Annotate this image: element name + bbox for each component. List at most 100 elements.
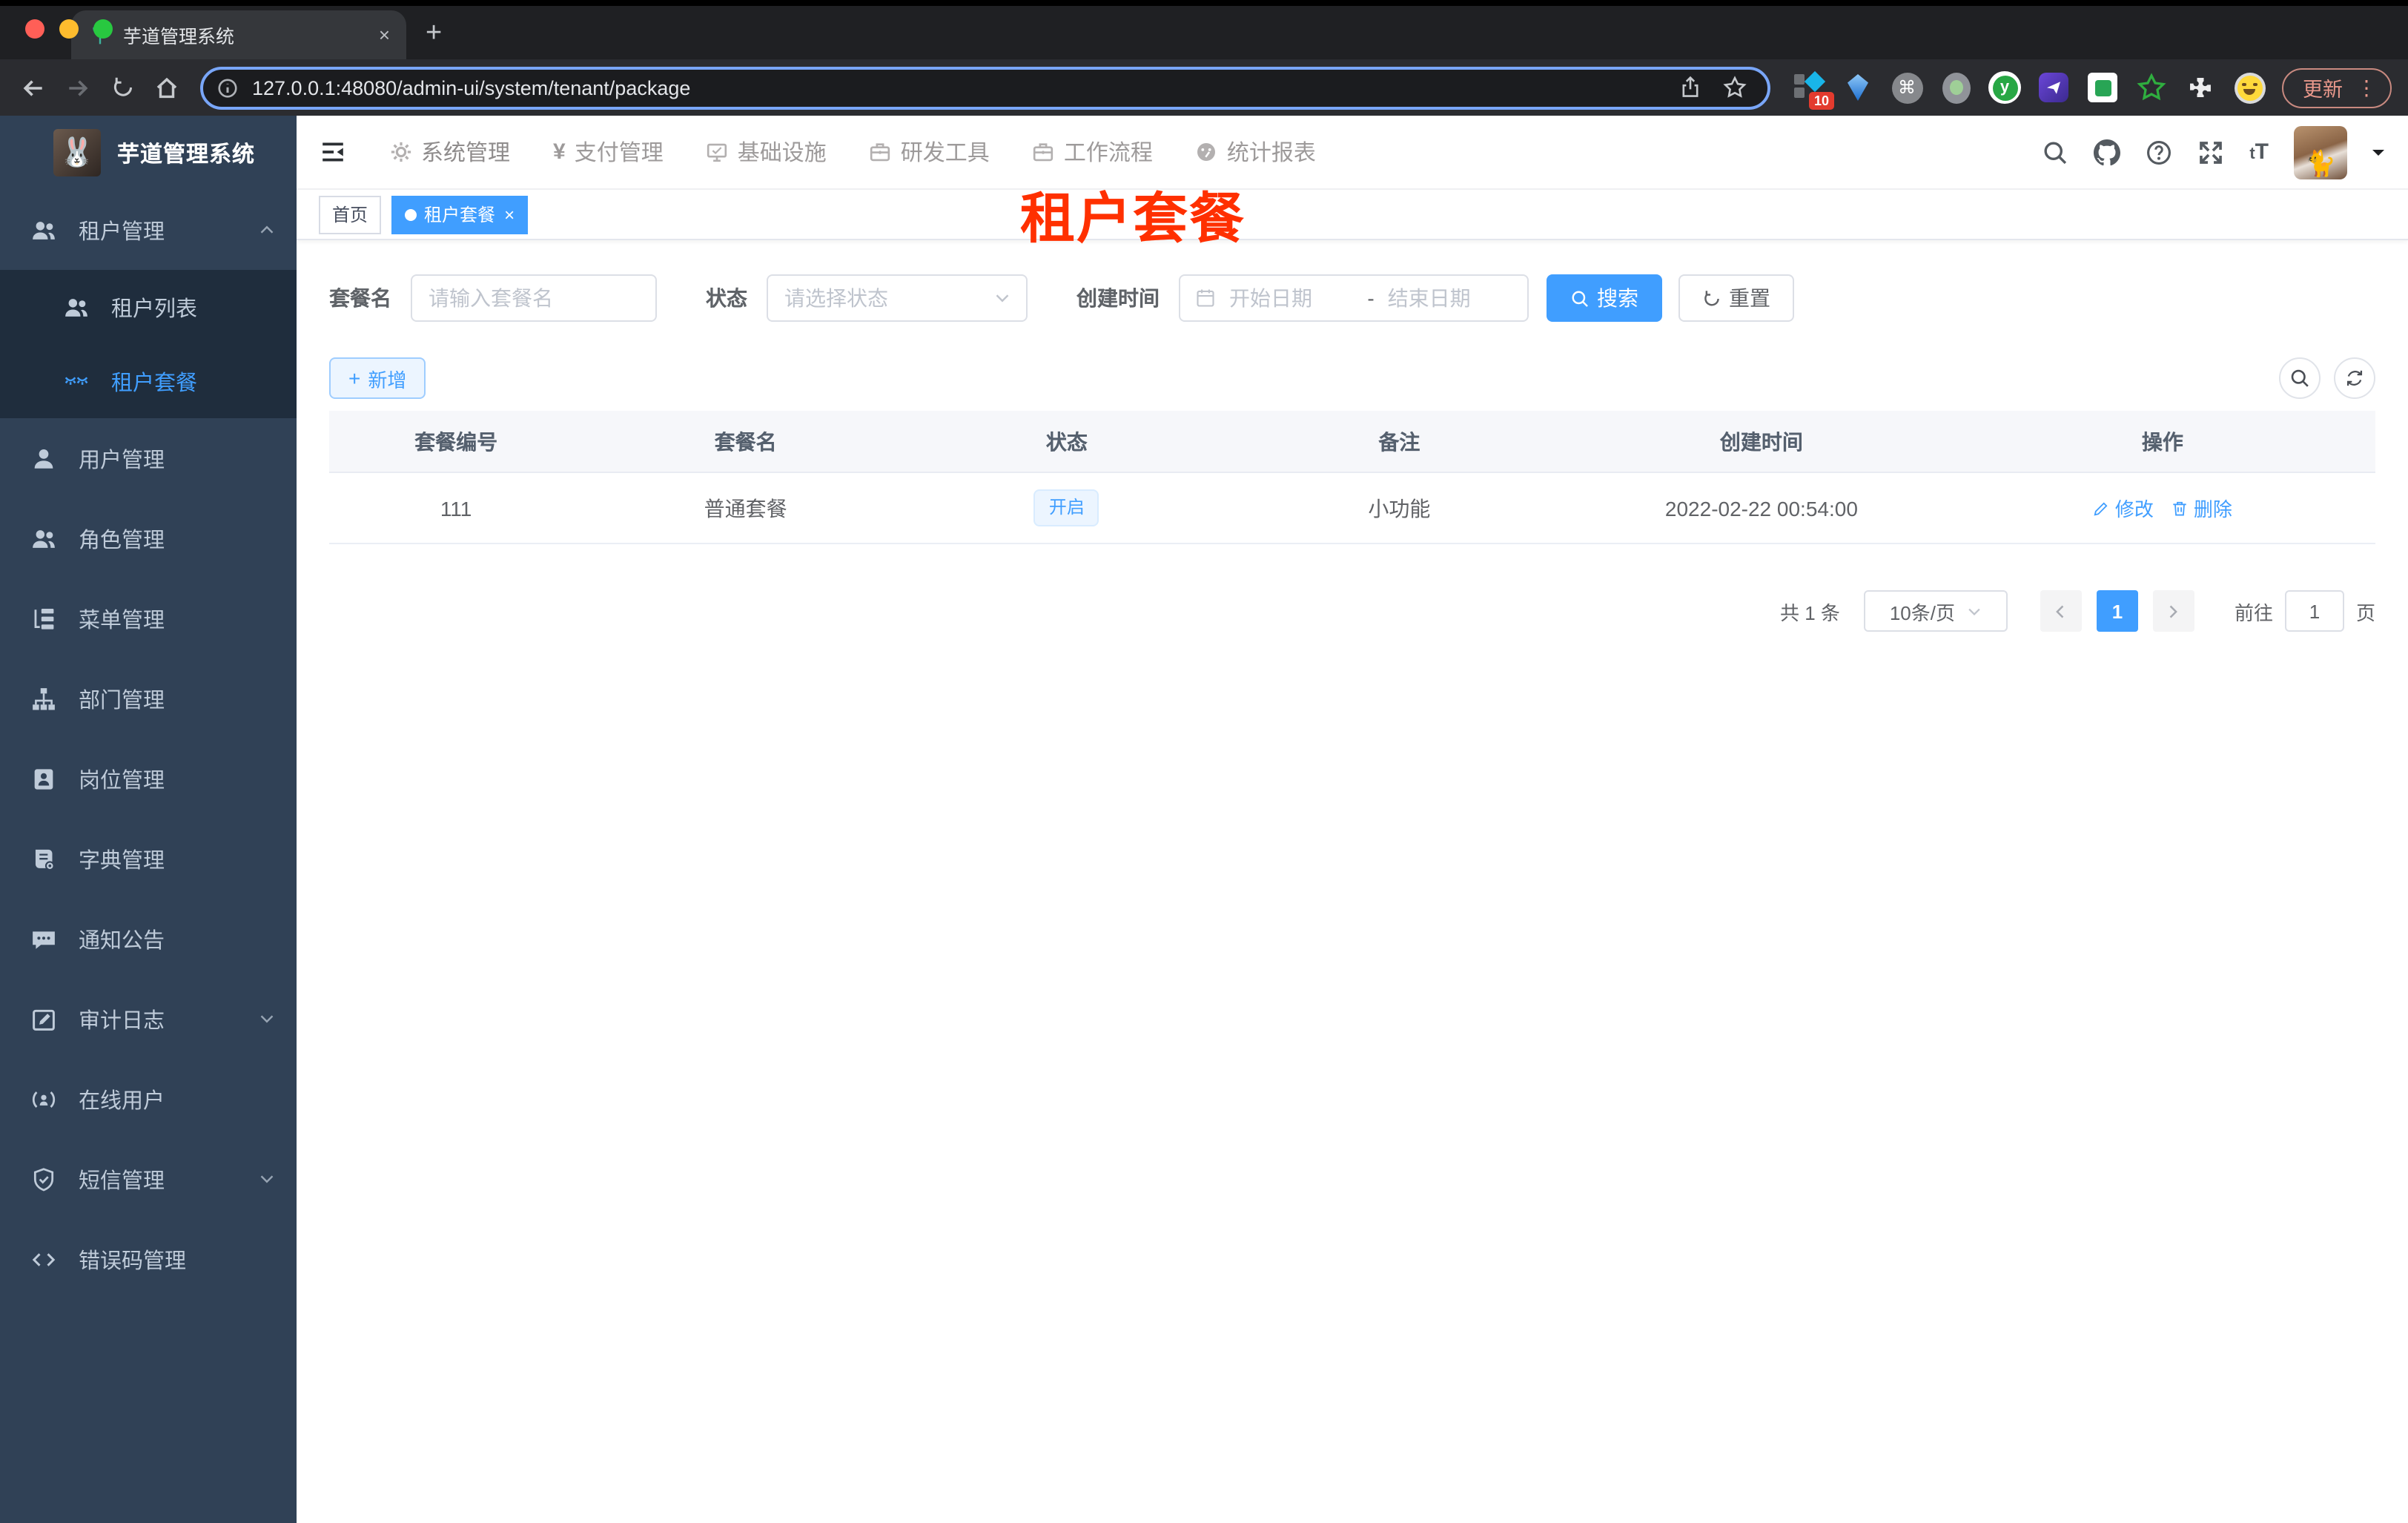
bookmark-star-icon[interactable] — [1723, 76, 1747, 99]
chevron-down-icon — [258, 1010, 276, 1028]
reset-button[interactable]: 重置 — [1678, 274, 1794, 322]
new-tab-button[interactable]: + — [426, 19, 442, 47]
extension-gem-icon[interactable] — [1842, 71, 1874, 104]
top-nav-workflow[interactable]: 工作流程 — [1033, 136, 1153, 168]
github-icon[interactable] — [2094, 139, 2120, 165]
next-page-button[interactable] — [2152, 590, 2194, 632]
extension-grid-diamond-icon[interactable]: 10 — [1793, 70, 1834, 110]
extension-command-icon[interactable]: ⌘ — [1891, 71, 1923, 104]
delete-link[interactable]: 删除 — [2172, 494, 2232, 522]
extension-y-icon[interactable]: y — [1988, 71, 2021, 104]
edit-link[interactable]: 修改 — [2093, 494, 2154, 522]
add-button[interactable]: + 新增 — [329, 357, 426, 399]
forward-button[interactable] — [58, 67, 98, 108]
package-table: 套餐编号 套餐名 状态 备注 创建时间 操作 111 普通套餐 开启 小功能 2… — [329, 411, 2375, 544]
sidebar-item-tenant-list[interactable]: 租户列表 — [0, 270, 297, 344]
sidebar-item-sms-management[interactable]: 短信管理 — [0, 1139, 297, 1219]
extension-chat-icon[interactable] — [2086, 71, 2119, 104]
sidebar-item-role-management[interactable]: 角色管理 — [0, 498, 297, 578]
sidebar-item-user-management[interactable]: 用户管理 — [0, 418, 297, 498]
tag-home[interactable]: 首页 — [319, 195, 382, 234]
prev-page-button[interactable] — [2040, 590, 2082, 632]
peoples-icon — [31, 217, 56, 242]
sidebar-item-dict-management[interactable]: 字典管理 — [0, 819, 297, 899]
header-search-icon[interactable] — [2042, 139, 2068, 165]
gear-icon — [390, 141, 412, 163]
browser-tab[interactable]: 芋道管理系统 × — [71, 10, 406, 59]
refresh-table-button[interactable] — [2334, 357, 2375, 399]
active-dot-icon — [405, 208, 417, 220]
edit-log-icon — [31, 1006, 56, 1031]
fullscreen-icon[interactable] — [2197, 139, 2224, 165]
sidebar-item-post-management[interactable]: 岗位管理 — [0, 739, 297, 819]
sidebar-fold-icon[interactable] — [320, 139, 345, 165]
help-icon[interactable] — [2146, 139, 2172, 165]
current-page-button[interactable]: 1 — [2096, 590, 2138, 632]
show-search-toggle-button[interactable] — [2279, 357, 2321, 399]
address-bar[interactable]: 127.0.0.1:48080/admin-ui/system/tenant/p… — [200, 66, 1770, 109]
top-nav-system[interactable]: 系统管理 — [390, 136, 510, 168]
tab-close-icon[interactable]: × — [376, 22, 393, 47]
zoom-window-button[interactable] — [93, 19, 113, 39]
browser-toolbar: 127.0.0.1:48080/admin-ui/system/tenant/p… — [0, 59, 2408, 116]
sidebar-item-error-code[interactable]: 错误码管理 — [0, 1219, 297, 1299]
extension-star-icon[interactable] — [2135, 71, 2168, 104]
tag-tenant-package[interactable]: 租户套餐 × — [391, 195, 529, 234]
pencil-icon — [2093, 499, 2111, 517]
close-window-button[interactable] — [25, 19, 44, 39]
back-button[interactable] — [13, 67, 53, 108]
top-nav-payment[interactable]: ¥ 支付管理 — [553, 136, 664, 168]
start-date-placeholder[interactable]: 开始日期 — [1229, 283, 1354, 313]
sidebar-submenu-tenant: 租户列表 租户套餐 — [0, 270, 297, 418]
sidebar-item-audit-log[interactable]: 审计日志 — [0, 979, 297, 1059]
avatar-caret-down-icon[interactable] — [2372, 150, 2384, 162]
sidebar-item-notice[interactable]: 通知公告 — [0, 899, 297, 979]
status-label: 状态 — [706, 286, 747, 310]
tags-view-bar: 首页 租户套餐 × — [297, 190, 2408, 240]
update-label: 更新 — [2303, 79, 2343, 101]
tag-close-icon[interactable]: × — [504, 204, 515, 225]
browser-menu-icon[interactable]: ⋮ — [2356, 75, 2377, 100]
reload-button[interactable] — [102, 67, 142, 108]
top-nav-infrastructure[interactable]: 基础设施 — [707, 136, 827, 168]
home-button[interactable] — [147, 67, 187, 108]
chrome-update-button[interactable]: 更新 ⋮ — [2282, 67, 2392, 108]
top-nav-report[interactable]: 统计报表 — [1196, 136, 1316, 168]
avatar[interactable]: 🐈 — [2294, 125, 2347, 179]
status-select[interactable]: 请选择状态 — [767, 274, 1028, 322]
org-tree-icon — [31, 686, 56, 711]
online-user-icon — [31, 1086, 56, 1111]
date-range-picker[interactable]: 开始日期 - 结束日期 — [1179, 274, 1529, 322]
sidebar-item-tenant-package[interactable]: 租户套餐 — [0, 344, 297, 418]
share-icon[interactable] — [1678, 76, 1702, 99]
search-button[interactable]: 搜索 — [1547, 274, 1662, 322]
chevron-left-icon — [2053, 603, 2069, 619]
table-header-row: 套餐编号 套餐名 状态 备注 创建时间 操作 — [329, 411, 2375, 473]
extension-send-icon[interactable] — [2037, 71, 2070, 104]
table-toolbar: + 新增 — [329, 357, 2375, 399]
text-size-icon[interactable]: tT — [2249, 139, 2269, 165]
sidebar-menu: 租户管理 租户列表 租户套餐 用户管理 角色管理 菜单管理 部门管理 岗位管理 … — [0, 190, 297, 1299]
extension-gray-dot-icon[interactable] — [1939, 71, 1972, 104]
peoples-icon — [31, 526, 56, 551]
package-name-input[interactable] — [411, 274, 657, 322]
minimize-window-button[interactable] — [59, 19, 79, 39]
url-text[interactable]: 127.0.0.1:48080/admin-ui/system/tenant/p… — [252, 76, 1665, 99]
top-nav-dev-tools[interactable]: 研发工具 — [870, 136, 990, 168]
yen-icon: ¥ — [553, 139, 566, 165]
sidebar-item-dept-management[interactable]: 部门管理 — [0, 658, 297, 739]
profile-emoji-icon[interactable] — [2233, 71, 2266, 104]
goto-page-input[interactable] — [2284, 590, 2344, 632]
code-icon — [31, 1246, 56, 1272]
sidebar-item-tenant-management[interactable]: 租户管理 — [0, 190, 297, 270]
site-info-icon[interactable] — [216, 76, 239, 99]
app-logo-row[interactable]: 🐰 芋道管理系统 — [0, 116, 297, 190]
page-size-select[interactable]: 10条/页 — [1863, 590, 2008, 632]
extensions-puzzle-icon[interactable] — [2184, 71, 2217, 104]
status-badge: 开启 — [1033, 489, 1099, 526]
total-count: 共 1 条 — [1780, 601, 1840, 624]
column-header: 备注 — [1378, 429, 1420, 453]
sidebar-item-menu-management[interactable]: 菜单管理 — [0, 578, 297, 658]
sidebar-item-online-users[interactable]: 在线用户 — [0, 1059, 297, 1139]
end-date-placeholder[interactable]: 结束日期 — [1388, 283, 1512, 313]
